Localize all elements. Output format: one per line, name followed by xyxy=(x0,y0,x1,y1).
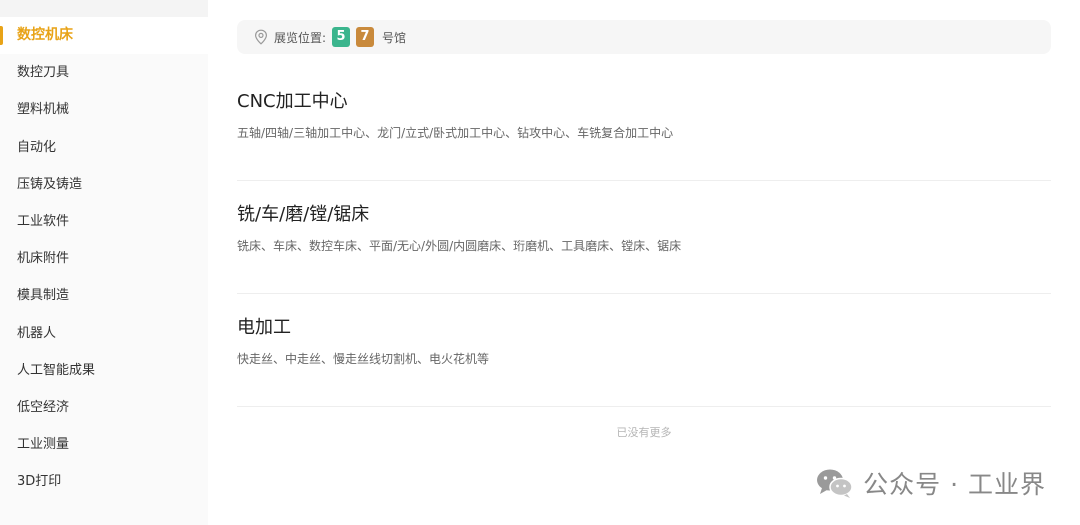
category-sidebar: 数控机床 数控刀具 塑料机械 自动化 压铸及铸造 工业软件 机床附件 模具制造 … xyxy=(0,0,208,525)
category-title: 铣/车/磨/镗/锯床 xyxy=(237,204,370,225)
category-description: 铣床、车床、数控车床、平面/无心/外圆/内圆磨床、珩磨机、工具磨床、镗床、锯床 xyxy=(237,239,682,253)
no-more-indicator: 已没有更多 xyxy=(616,426,672,439)
category-title: CNC加工中心 xyxy=(237,91,348,112)
sidebar-item-3d-printing[interactable]: 3D打印 xyxy=(0,463,208,500)
watermark-text: 公众号 · 工业界 xyxy=(863,470,1046,499)
sidebar-item-industrial-software[interactable]: 工业软件 xyxy=(0,203,208,240)
sidebar-item-automation[interactable]: 自动化 xyxy=(0,129,208,166)
sidebar-item-cnc-cutting-tools[interactable]: 数控刀具 xyxy=(0,54,208,91)
exhibition-location-bar: 展览位置: 5 7 号馆 xyxy=(237,20,1051,54)
hall-badge-7: 7 xyxy=(356,27,375,47)
location-label: 展览位置: xyxy=(274,30,327,45)
sidebar-item-cnc-machine-tools[interactable]: 数控机床 xyxy=(0,17,208,55)
watermark: 公众号 · 工业界 xyxy=(815,465,1046,501)
category-block-cnc[interactable]: CNC加工中心 五轴/四轴/三轴加工中心、龙门/立式/卧式加工中心、钻攻中心、车… xyxy=(237,89,1051,181)
sidebar-item-plastic-machinery[interactable]: 塑料机械 xyxy=(0,91,208,128)
category-description: 五轴/四轴/三轴加工中心、龙门/立式/卧式加工中心、钻攻中心、车铣复合加工中心 xyxy=(237,126,674,140)
sidebar-nav-list: 数控机床 数控刀具 塑料机械 自动化 压铸及铸造 工业软件 机床附件 模具制造 … xyxy=(0,17,208,500)
sidebar-item-robots[interactable]: 机器人 xyxy=(0,315,208,352)
main-content: 展览位置: 5 7 号馆 CNC加工中心 五轴/四轴/三轴加工中心、龙门/立式/… xyxy=(208,0,1080,525)
sidebar-item-industrial-measurement[interactable]: 工业测量 xyxy=(0,426,208,463)
wechat-icon xyxy=(815,467,855,499)
category-block-edm[interactable]: 电加工 快走丝、中走丝、慢走丝线切割机、电火花机等 xyxy=(237,315,1051,407)
sidebar-item-low-altitude-economy[interactable]: 低空经济 xyxy=(0,389,208,426)
category-block-mill-lathe-grind[interactable]: 铣/车/磨/镗/锯床 铣床、车床、数控车床、平面/无心/外圆/内圆磨床、珩磨机、… xyxy=(237,202,1051,294)
hall-badge-5: 5 xyxy=(332,27,351,47)
page: 数控机床 数控刀具 塑料机械 自动化 压铸及铸造 工业软件 机床附件 模具制造 … xyxy=(0,0,1080,525)
sidebar-top-strip xyxy=(0,0,208,18)
category-title: 电加工 xyxy=(237,317,291,338)
sidebar-item-mold-making[interactable]: 模具制造 xyxy=(0,277,208,314)
sidebar-item-machine-accessories[interactable]: 机床附件 xyxy=(0,240,208,277)
location-pin-icon xyxy=(254,29,268,45)
category-description: 快走丝、中走丝、慢走丝线切割机、电火花机等 xyxy=(237,352,490,366)
sidebar-item-ai-achievements[interactable]: 人工智能成果 xyxy=(0,352,208,389)
sidebar-item-die-casting[interactable]: 压铸及铸造 xyxy=(0,166,208,203)
hall-suffix: 号馆 xyxy=(382,30,407,45)
